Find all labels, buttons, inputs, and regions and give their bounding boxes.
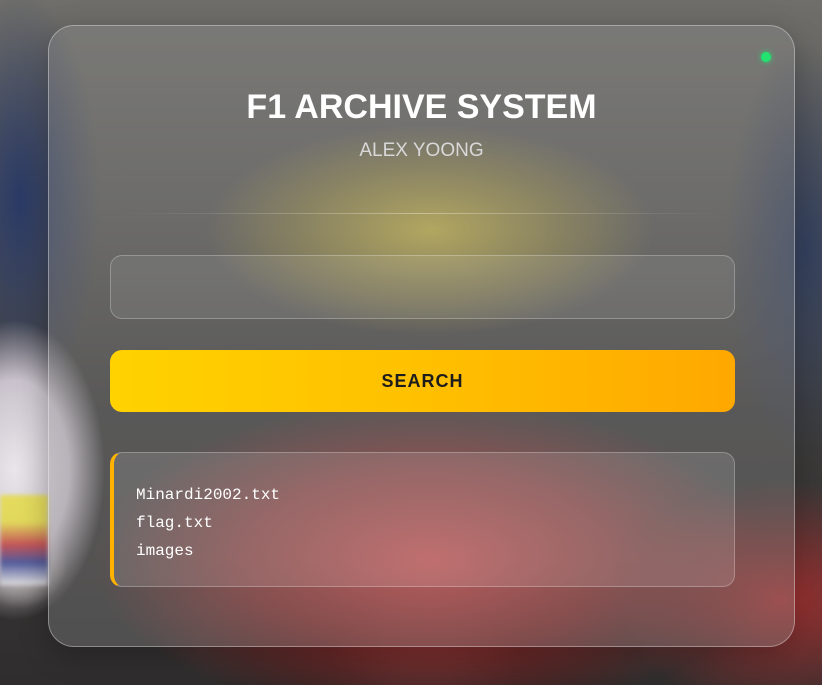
page-subtitle: ALEX YOONG [359,140,484,161]
search-input[interactable] [110,255,735,319]
background-helmet [0,495,48,585]
result-item: flag.txt [136,514,213,532]
result-item: images [136,542,194,560]
result-item: Minardi2002.txt [136,486,281,504]
status-indicator [761,52,771,62]
results-box: Minardi2002.txt flag.txt images [110,452,735,587]
page-title: F1 ARCHIVE SYSTEM [246,88,597,126]
divider [124,213,721,214]
search-button[interactable]: SEARCH [110,350,735,412]
archive-panel: F1 ARCHIVE SYSTEM ALEX YOONG SEARCH Mina… [48,25,795,647]
